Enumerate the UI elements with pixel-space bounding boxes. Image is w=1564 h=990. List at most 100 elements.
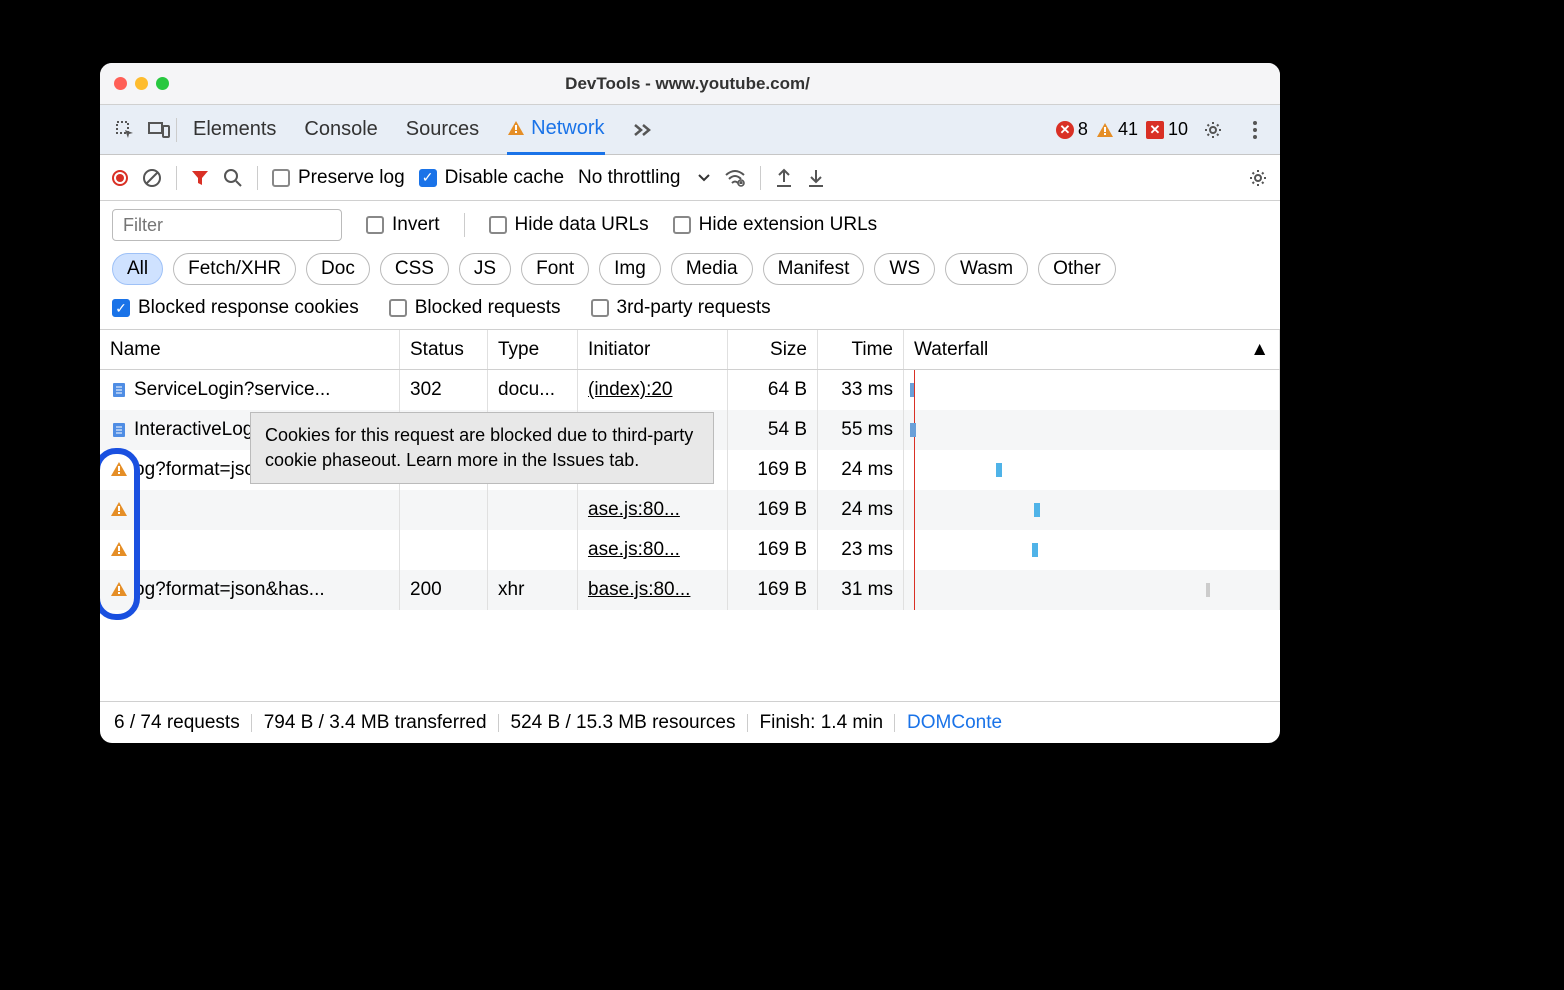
warning-icon — [1096, 122, 1114, 138]
more-tabs-button[interactable] — [633, 105, 653, 155]
col-waterfall-label: Waterfall — [914, 339, 988, 361]
hide-extension-urls-checkbox[interactable]: Hide extension URLs — [673, 214, 877, 236]
table-row[interactable]: og?format=json&has...200xhrbase.js:80...… — [100, 570, 1280, 610]
clear-button[interactable] — [142, 168, 162, 188]
hide-data-urls-checkbox[interactable]: Hide data URLs — [489, 214, 649, 236]
chip-css[interactable]: CSS — [380, 253, 449, 285]
third-party-label: 3rd-party requests — [617, 297, 771, 319]
third-party-checkbox[interactable]: 3rd-party requests — [591, 297, 771, 319]
chip-font[interactable]: Font — [521, 253, 589, 285]
chip-other[interactable]: Other — [1038, 253, 1116, 285]
cell-status — [400, 490, 488, 530]
disable-cache-label: Disable cache — [445, 167, 564, 189]
tab-network[interactable]: Network — [507, 105, 604, 155]
record-button[interactable] — [112, 170, 128, 186]
col-time[interactable]: Time — [818, 330, 904, 369]
blocked-cookie-tooltip: Cookies for this request are blocked due… — [250, 412, 714, 484]
type-filter-chips: All Fetch/XHR Doc CSS JS Font Img Media Manifest… — [100, 249, 1280, 293]
status-transferred: 794 B / 3.4 MB transferred — [264, 712, 487, 734]
throttling-select[interactable]: No throttling — [578, 167, 710, 189]
cell-size: 169 B — [728, 450, 818, 490]
kebab-icon[interactable] — [1238, 113, 1272, 147]
blocked-cookies-label: Blocked response cookies — [138, 297, 359, 319]
cell-size: 64 B — [728, 370, 818, 410]
col-status[interactable]: Status — [400, 330, 488, 369]
preserve-log-checkbox[interactable]: Preserve log — [272, 167, 405, 189]
download-icon[interactable] — [807, 168, 825, 188]
cell-status: 302 — [400, 370, 488, 410]
settings-icon[interactable] — [1196, 113, 1230, 147]
warning-icon — [507, 120, 525, 136]
upload-icon[interactable] — [775, 168, 793, 188]
col-type[interactable]: Type — [488, 330, 578, 369]
chip-media[interactable]: Media — [671, 253, 753, 285]
network-settings-icon[interactable] — [1248, 168, 1268, 188]
filter-input[interactable] — [112, 209, 342, 241]
traffic-lights — [114, 77, 169, 90]
close-window-button[interactable] — [114, 77, 127, 90]
disable-cache-checkbox[interactable]: ✓ Disable cache — [419, 167, 564, 189]
cell-type: xhr — [488, 570, 578, 610]
network-toolbar: Preserve log ✓ Disable cache No throttli… — [100, 155, 1280, 201]
cell-initiator[interactable]: base.js:80... — [588, 579, 690, 601]
status-domcontent: DOMConte — [907, 712, 1002, 734]
minimize-window-button[interactable] — [135, 77, 148, 90]
chip-doc[interactable]: Doc — [306, 253, 370, 285]
search-icon[interactable] — [223, 168, 243, 188]
cell-time: 24 ms — [818, 450, 904, 490]
cell-size: 169 B — [728, 490, 818, 530]
titlebar: DevTools - www.youtube.com/ — [100, 63, 1280, 105]
table-header: Name Status Type Initiator Size Time Wat… — [100, 330, 1280, 370]
error-count-badge[interactable]: ✕ 8 — [1056, 119, 1088, 140]
chip-manifest[interactable]: Manifest — [763, 253, 865, 285]
tab-console[interactable]: Console — [304, 105, 377, 155]
cell-time: 23 ms — [818, 530, 904, 570]
network-conditions-icon[interactable] — [724, 169, 746, 187]
cell-waterfall — [904, 370, 1280, 410]
annotation-highlight — [100, 448, 140, 620]
maximize-window-button[interactable] — [156, 77, 169, 90]
devtools-window: DevTools - www.youtube.com/ Elements Con… — [100, 63, 1280, 743]
col-waterfall[interactable]: Waterfall ▲ — [904, 330, 1280, 369]
blocked-cookies-checkbox[interactable]: ✓Blocked response cookies — [112, 297, 359, 319]
col-initiator[interactable]: Initiator — [578, 330, 728, 369]
warning-count-badge[interactable]: 41 — [1096, 119, 1138, 140]
device-toggle-icon[interactable] — [142, 113, 176, 147]
cell-waterfall — [904, 530, 1280, 570]
cell-waterfall — [904, 450, 1280, 490]
col-size[interactable]: Size — [728, 330, 818, 369]
cell-initiator[interactable]: ase.js:80... — [588, 539, 680, 561]
cell-type — [488, 530, 578, 570]
chip-img[interactable]: Img — [599, 253, 661, 285]
tab-elements[interactable]: Elements — [193, 105, 276, 155]
col-name[interactable]: Name — [100, 330, 400, 369]
chip-fetch-xhr[interactable]: Fetch/XHR — [173, 253, 296, 285]
chip-ws[interactable]: WS — [874, 253, 935, 285]
throttling-value: No throttling — [578, 167, 680, 189]
error-icon: ✕ — [1056, 121, 1074, 139]
invert-checkbox[interactable]: Invert — [366, 214, 440, 236]
filter-row: Invert Hide data URLs Hide extension URL… — [100, 201, 1280, 249]
chip-wasm[interactable]: Wasm — [945, 253, 1028, 285]
table-row[interactable]: ServiceLogin?service...302docu...(index)… — [100, 370, 1280, 410]
chip-js[interactable]: JS — [459, 253, 511, 285]
table-row[interactable]: ase.js:80... 169 B23 ms — [100, 530, 1280, 570]
chip-all[interactable]: All — [112, 253, 163, 285]
issue-count-badge[interactable]: ✕ 10 — [1146, 119, 1188, 140]
cell-initiator[interactable]: (index):20 — [588, 379, 673, 401]
warning-count: 41 — [1118, 119, 1138, 140]
cell-initiator[interactable]: ase.js:80... — [588, 499, 680, 521]
chevrons-right-icon — [633, 123, 653, 137]
blocked-req-label: Blocked requests — [415, 297, 561, 319]
tab-sources[interactable]: Sources — [406, 105, 479, 155]
cell-size: 169 B — [728, 530, 818, 570]
hide-ext-label: Hide extension URLs — [699, 214, 877, 236]
request-name: ServiceLogin?service... — [134, 379, 330, 401]
cell-waterfall — [904, 570, 1280, 610]
status-bar: 6 / 74 requests 794 B / 3.4 MB transferr… — [100, 701, 1280, 743]
blocked-requests-checkbox[interactable]: Blocked requests — [389, 297, 561, 319]
inspect-icon[interactable] — [108, 113, 142, 147]
table-row[interactable]: ase.js:80...169 B24 ms — [100, 490, 1280, 530]
cell-size: 169 B — [728, 570, 818, 610]
filter-icon[interactable] — [191, 169, 209, 187]
